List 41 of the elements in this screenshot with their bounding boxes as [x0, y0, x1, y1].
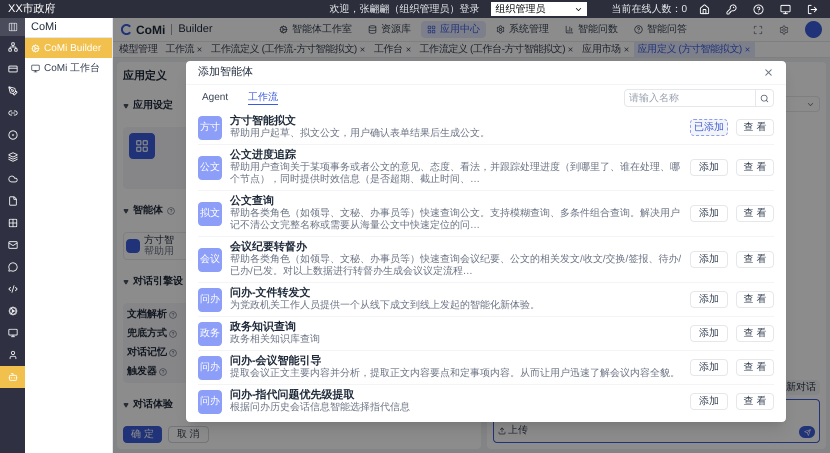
workflow-title: 问办-文件转发文: [230, 287, 312, 300]
workflow-title: 政务知识查询: [230, 321, 297, 334]
field-label: 兜底方式: [127, 326, 167, 342]
agent-title: 方寸智: [144, 235, 174, 246]
welcome-text: 欢迎，张翩翩（组织管理员）登录: [329, 2, 480, 16]
product-name: Builder: [178, 22, 213, 38]
workflow-description: 帮助各类角色（如领导、文秘、办事员等）快速查询会议纪要、公文的相关发文/收文/交换/签报、待办/已办/已发。对以上数据进行转督办生成会议议定流程…: [230, 254, 682, 278]
workflow-title: 问办-会议智能引导: [230, 355, 323, 368]
workflow-description: 根据问办历史会话信息智能选择指代信息: [230, 402, 411, 414]
workflow-badge: 问办: [198, 356, 222, 380]
section-title: 对话体验: [133, 398, 173, 412]
field-label: 触发器: [127, 364, 157, 380]
workflow-description: 为党政机关工作人员提供一个从线下成文到线上发起的智能化新体验。: [230, 300, 541, 312]
workflow-title: 问办-指代问题优先级提取: [230, 389, 356, 402]
workflow-title: 方寸智能拟文: [230, 115, 297, 128]
dialog-title: 添加智能体: [198, 65, 253, 80]
workflow-badge: 问办: [198, 288, 222, 312]
workflow-description: 帮助各类角色（如领导、文秘、办事员等）快速查询公文。支持模糊查询、多条件组合查询。解决用户记不清公文完整名称或需要从海量公文中快速定位的问…: [230, 208, 681, 232]
app-title: XX市政府: [8, 2, 57, 17]
workflow-badge: 公文: [198, 156, 222, 180]
workflow-badge: 会议: [198, 248, 222, 272]
online-count: 当前在线人数：0: [611, 2, 687, 16]
workflow-badge: 拟文: [198, 202, 222, 226]
workflow-description: 政务相关知识库查询: [230, 334, 321, 346]
workflow-title: 会议纪要转督办: [230, 241, 308, 254]
workflow-description: 帮助用户起草、拟文公文，用户确认表单结果后生成公文。: [230, 128, 491, 140]
panel-title: 应用定义: [123, 68, 167, 84]
agent-desc: 帮助用: [144, 246, 174, 258]
section-title: 智能体: [133, 204, 163, 218]
workflow-title: 公文查询: [230, 195, 275, 208]
section-title: 应用设定: [133, 98, 173, 114]
workflow-badge: 问办: [198, 390, 222, 414]
workflow-description: 提取会议正文主要内容并分析，提取正文内容要点和定事项内容。从而让用户迅速了解会议内容全貌。: [230, 368, 681, 380]
workflow-badge: 方寸: [198, 116, 222, 140]
workflow-title: 公文进度追踪: [230, 149, 297, 162]
field-label: 文档解析: [127, 308, 167, 322]
workflow-badge: 政务: [198, 322, 222, 346]
section-title: 对话引擎设: [133, 274, 183, 290]
workflow-description: 帮助用户查询关于某项事务或者公文的意见、态度、看法，并跟踪处理进度（到哪里了、谁在处理、哪个节点），同时提供时效信息（是否超期、截止时间、…: [230, 162, 681, 186]
logo-text: CoMi: [136, 22, 166, 38]
field-label: 对话记忆: [127, 346, 167, 360]
